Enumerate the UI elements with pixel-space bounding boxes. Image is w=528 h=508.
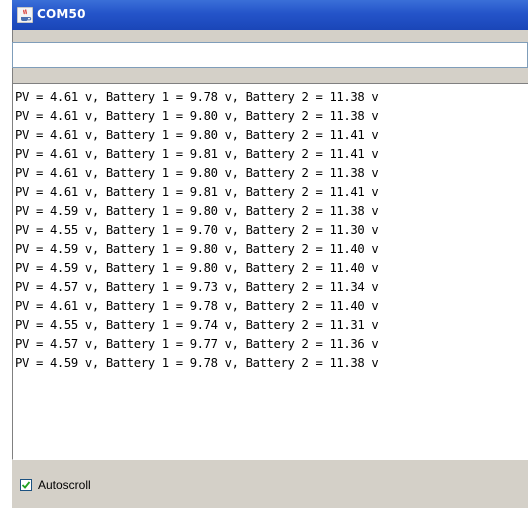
check-mark-icon <box>21 481 31 489</box>
output-line: PV = 4.61 v, Battery 1 = 9.80 v, Battery… <box>15 166 379 180</box>
serial-output-area[interactable]: PV = 4.61 v, Battery 1 = 9.78 v, Battery… <box>12 83 528 460</box>
output-line: PV = 4.61 v, Battery 1 = 9.78 v, Battery… <box>15 90 379 104</box>
output-line: PV = 4.57 v, Battery 1 = 9.73 v, Battery… <box>15 280 379 294</box>
output-line: PV = 4.59 v, Battery 1 = 9.80 v, Battery… <box>15 242 379 256</box>
java-cup-icon <box>16 6 34 24</box>
output-line: PV = 4.61 v, Battery 1 = 9.78 v, Battery… <box>15 299 379 313</box>
output-line: PV = 4.55 v, Battery 1 = 9.74 v, Battery… <box>15 318 379 332</box>
output-line: PV = 4.55 v, Battery 1 = 9.70 v, Battery… <box>15 223 379 237</box>
window-title: COM50 <box>37 7 86 21</box>
autoscroll-checkbox[interactable]: Autoscroll <box>20 477 91 493</box>
output-line: PV = 4.57 v, Battery 1 = 9.77 v, Battery… <box>15 337 379 351</box>
autoscroll-label: Autoscroll <box>38 478 91 492</box>
checkbox-box[interactable] <box>20 479 32 491</box>
output-line: PV = 4.59 v, Battery 1 = 9.78 v, Battery… <box>15 356 379 370</box>
output-line: PV = 4.61 v, Battery 1 = 9.81 v, Battery… <box>15 185 379 199</box>
output-line: PV = 4.59 v, Battery 1 = 9.80 v, Battery… <box>15 204 379 218</box>
title-bar[interactable]: COM50 <box>12 0 528 30</box>
output-line: PV = 4.61 v, Battery 1 = 9.80 v, Battery… <box>15 128 379 142</box>
output-line: PV = 4.61 v, Battery 1 = 9.80 v, Battery… <box>15 109 379 123</box>
send-input[interactable] <box>12 42 528 68</box>
output-line: PV = 4.59 v, Battery 1 = 9.80 v, Battery… <box>15 261 379 275</box>
output-line: PV = 4.61 v, Battery 1 = 9.81 v, Battery… <box>15 147 379 161</box>
output-lines: PV = 4.61 v, Battery 1 = 9.78 v, Battery… <box>15 88 379 373</box>
